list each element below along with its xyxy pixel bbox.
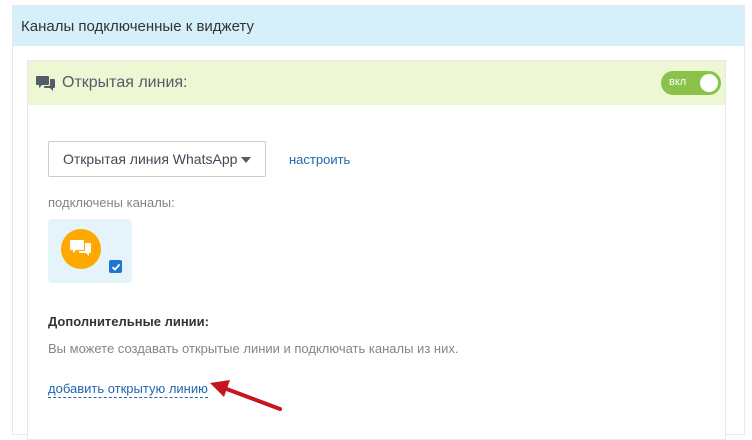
additional-lines-description: Вы можете создавать открытые линии и под… — [48, 341, 459, 356]
connected-channels-label: подключены каналы: — [48, 195, 175, 210]
toggle-label: вкл — [669, 76, 687, 88]
caret-down-icon — [241, 157, 251, 163]
open-line-card-header: Открытая линия: вкл — [28, 61, 725, 105]
widget-channels-panel: Каналы подключенные к виджету Открытая л… — [12, 5, 745, 440]
checkbox-checked-icon[interactable] — [109, 260, 122, 273]
configure-link[interactable]: настроить — [289, 152, 350, 167]
open-line-toggle[interactable]: вкл — [661, 71, 721, 95]
open-line-select[interactable]: Открытая линия WhatsApp — [48, 141, 266, 177]
additional-lines-title: Дополнительные линии: — [48, 314, 209, 329]
red-arrow-annotation — [210, 380, 282, 411]
channel-chat-icon — [61, 229, 101, 269]
chat-bubbles-icon — [36, 74, 56, 92]
panel-header: Каналы подключенные к виджету — [13, 6, 744, 46]
channel-tile[interactable] — [48, 219, 132, 283]
open-line-select-value: Открытая линия WhatsApp — [63, 151, 238, 167]
panel-title: Каналы подключенные к виджету — [21, 17, 254, 35]
open-line-card: Открытая линия: вкл Открытая линия Whats… — [27, 60, 726, 440]
open-line-title: Открытая линия: — [62, 74, 188, 91]
toggle-knob — [700, 74, 718, 92]
add-open-line-link[interactable]: добавить открытую линию — [48, 381, 208, 398]
